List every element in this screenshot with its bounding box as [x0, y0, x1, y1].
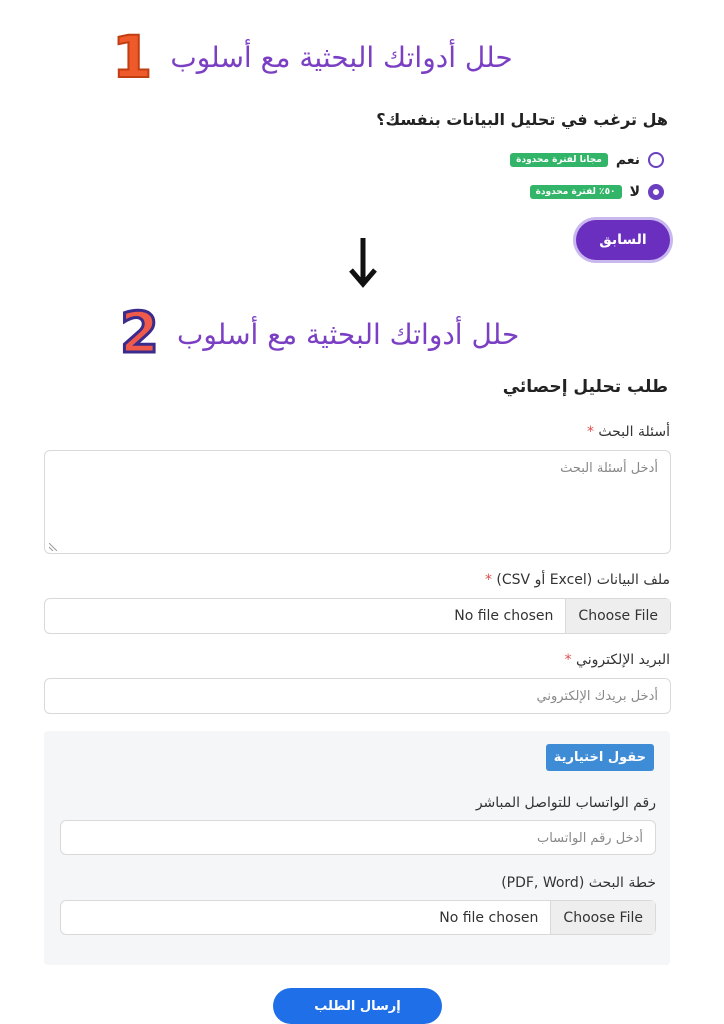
option-no[interactable]: لا ٥٠٪ لفترة محدودة	[529, 184, 664, 200]
data-file-status: No file chosen	[454, 608, 554, 624]
research-plan-choose-button[interactable]: Choose File	[550, 901, 655, 934]
data-file-label-text: ملف البيانات (Excel أو CSV)	[496, 572, 670, 588]
whatsapp-field[interactable]: أدخل رقم الواتساب	[60, 820, 656, 855]
resize-handle-icon[interactable]	[49, 543, 57, 551]
optional-fields-badge: حقول اختيارية	[545, 744, 654, 771]
data-file-choose-button[interactable]: Choose File	[565, 599, 670, 633]
research-questions-label-text: أسئلة البحث	[598, 424, 670, 440]
step1-title: حلل أدواتك البحثية مع أسلوب	[170, 40, 513, 74]
data-file-input[interactable]: Choose File No file chosen	[44, 598, 671, 634]
research-questions-label: أسئلة البحث *	[587, 424, 670, 440]
research-questions-textarea[interactable]: أدخل أسئلة البحث	[44, 450, 671, 554]
whatsapp-placeholder: أدخل رقم الواتساب	[536, 831, 643, 846]
data-analysis-question: هل ترغب في تحليل البيانات بنفسك؟	[376, 110, 668, 129]
email-placeholder: أدخل بريدك الإلكتروني	[536, 689, 659, 704]
radio-no[interactable]	[648, 184, 664, 200]
option-no-label: لا	[629, 184, 640, 200]
previous-button[interactable]: السابق	[576, 220, 670, 260]
research-plan-label: خطة البحث (PDF, Word)	[501, 875, 656, 891]
submit-button[interactable]: إرسال الطلب	[273, 988, 442, 1024]
step2-banner: 2 حلل أدواتك البحثية مع أسلوب	[119, 301, 520, 366]
email-label: البريد الإلكتروني *	[565, 652, 670, 668]
radio-yes[interactable]	[648, 152, 664, 168]
whatsapp-label: رقم الواتساب للتواصل المباشر	[475, 795, 656, 811]
research-plan-status: No file chosen	[439, 909, 539, 926]
option-no-tag: ٥٠٪ لفترة محدودة	[529, 185, 622, 199]
required-mark: *	[484, 572, 492, 588]
email-label-text: البريد الإلكتروني	[576, 652, 670, 668]
required-mark: *	[586, 424, 594, 440]
step2-number: 2	[119, 301, 161, 366]
option-yes-label: نعم	[615, 152, 640, 168]
option-yes-tag: مجانا لفترة محدودة	[510, 153, 608, 167]
form-title: طلب تحليل إحصائي	[502, 377, 668, 397]
step2-title: حلل أدواتك البحثية مع أسلوب	[176, 317, 520, 351]
option-yes[interactable]: نعم مجانا لفترة محدودة	[510, 152, 664, 168]
research-questions-placeholder: أدخل أسئلة البحث	[560, 461, 658, 476]
email-field[interactable]: أدخل بريدك الإلكتروني	[44, 678, 671, 714]
data-file-label: ملف البيانات (Excel أو CSV) *	[485, 572, 670, 588]
step1-banner: 1 حلل أدواتك البحثية مع أسلوب	[111, 23, 513, 91]
research-plan-input[interactable]: Choose File No file chosen	[60, 900, 656, 935]
step1-number: 1	[111, 23, 153, 91]
arrow-down-icon	[348, 236, 378, 296]
required-mark: *	[564, 652, 572, 668]
